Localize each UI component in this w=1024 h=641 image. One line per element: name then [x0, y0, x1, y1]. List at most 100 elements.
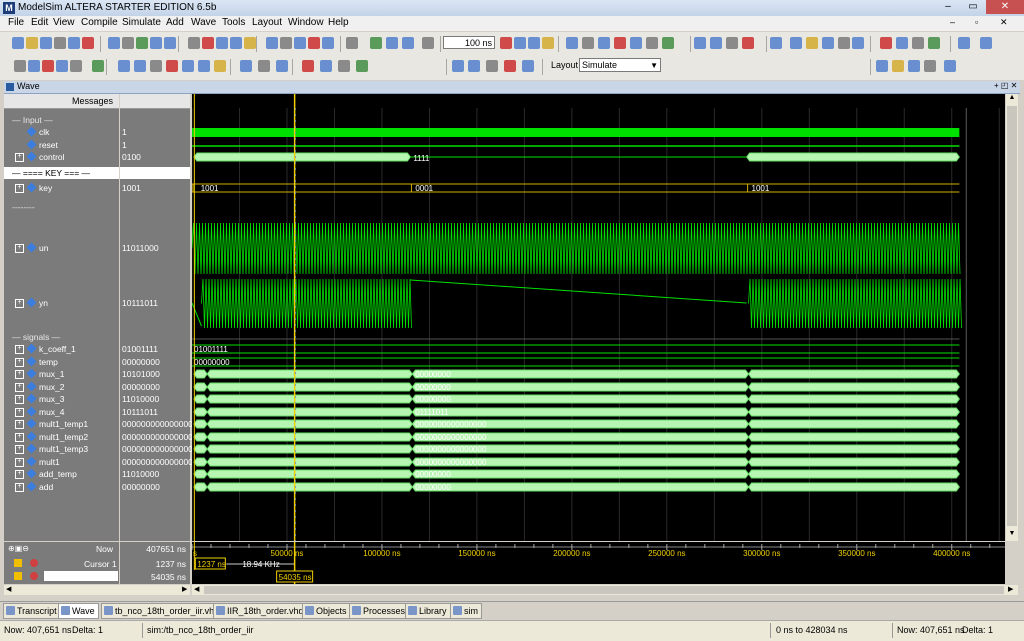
expand-icon[interactable]: + — [15, 345, 24, 354]
group-divider-sep[interactable]: -------- — [4, 201, 119, 213]
toolbar-button-icon[interactable] — [294, 37, 306, 49]
toolbar-button-icon[interactable] — [356, 60, 368, 72]
toolbar-button-icon[interactable] — [182, 60, 194, 72]
mdi-restore-icon[interactable]: ▫ — [975, 17, 978, 27]
toolbar-button-icon[interactable] — [150, 37, 162, 49]
group-divider-key[interactable]: — ==== KEY === — — [4, 167, 119, 179]
signal-row-k_coeff_1[interactable]: + k_coeff_1 — [4, 343, 119, 355]
toolbar-button-icon[interactable] — [40, 37, 52, 49]
signal-row-reset[interactable]: reset — [4, 139, 119, 151]
toolbar-button-icon[interactable] — [980, 37, 992, 49]
expand-icon[interactable]: + — [15, 370, 24, 379]
cursor1-label[interactable]: Cursor 1 — [84, 559, 117, 569]
scroll-thumb[interactable] — [204, 586, 1004, 594]
delete-cursor-icon[interactable] — [30, 559, 38, 567]
signal-row-mult1[interactable]: + mult1 — [4, 456, 119, 468]
toolbar-button-icon[interactable] — [522, 60, 534, 72]
toolbar-button-icon[interactable] — [202, 37, 214, 49]
toolbar-button-icon[interactable] — [514, 37, 526, 49]
toolbar-button-icon[interactable] — [468, 60, 480, 72]
menu-compile[interactable]: Compile — [77, 17, 122, 28]
toolbar-button-icon[interactable] — [822, 37, 834, 49]
signal-row-control[interactable]: + control — [4, 151, 119, 163]
tab-processes[interactable]: Processes — [349, 603, 410, 619]
toolbar-button-icon[interactable] — [386, 37, 398, 49]
toolbar-button-icon[interactable] — [402, 37, 414, 49]
vertical-scrollbar[interactable]: ▲ ▼ — [1006, 94, 1018, 541]
menu-file[interactable]: File — [4, 17, 28, 28]
tab-objects[interactable]: Objects — [302, 603, 351, 619]
mdi-close-icon[interactable]: ✕ — [1000, 17, 1008, 28]
scroll-left-icon[interactable]: ◀ — [194, 585, 199, 593]
toolbar-button-icon[interactable] — [216, 37, 228, 49]
expand-icon[interactable]: + — [15, 358, 24, 367]
toolbar-button-icon[interactable] — [928, 37, 940, 49]
toolbar-button-icon[interactable] — [28, 60, 40, 72]
expand-icon[interactable]: + — [15, 153, 24, 162]
chevron-down-icon[interactable]: ▼ — [650, 59, 658, 72]
scroll-right-icon[interactable]: ▶ — [182, 585, 187, 593]
toolbar-button-icon[interactable] — [54, 37, 66, 49]
toolbar-button-icon[interactable] — [26, 37, 38, 49]
menu-help[interactable]: Help — [324, 17, 353, 28]
toolbar-button-icon[interactable] — [214, 60, 226, 72]
expand-icon[interactable]: + — [15, 383, 24, 392]
toolbar-button-icon[interactable] — [14, 60, 26, 72]
toolbar-button-icon[interactable] — [82, 37, 94, 49]
toolbar-button-icon[interactable] — [958, 37, 970, 49]
signal-row-mult1_temp1[interactable]: + mult1_temp1 — [4, 418, 119, 430]
tab-iir-vhd[interactable]: IIR_18th_order.vhd — [213, 603, 308, 619]
waveform-canvas[interactable]: 11111001 0001 1001010011110000000000000000… — [192, 94, 1005, 541]
lock-icon[interactable] — [14, 572, 22, 580]
group-divider-input[interactable]: — Input — — [4, 114, 119, 126]
expand-icon[interactable]: + — [15, 408, 24, 417]
signal-row-add[interactable]: + add — [4, 481, 119, 493]
menu-layout[interactable]: Layout — [248, 17, 286, 28]
cursor-timeline-pane[interactable]: s 50000 ns 100000 ns 150000 ns 200000 ns 2500… — [192, 542, 1005, 584]
toolbar-button-icon[interactable] — [70, 60, 82, 72]
expand-icon[interactable]: + — [15, 184, 24, 193]
toolbar-button-icon[interactable] — [258, 60, 270, 72]
scroll-up-icon[interactable]: ▲ — [1007, 94, 1017, 104]
scroll-right-icon[interactable]: ▶ — [1008, 585, 1013, 593]
toolbar-button-icon[interactable] — [134, 60, 146, 72]
toolbar-button-icon[interactable] — [302, 60, 314, 72]
expand-icon[interactable]: + — [15, 244, 24, 253]
scroll-thumb[interactable] — [1007, 106, 1017, 526]
menu-wave[interactable]: Wave — [187, 17, 220, 28]
expand-icon[interactable]: + — [15, 420, 24, 429]
waveform-pane[interactable]: 1111 1001 0001 1001 01001111 00000000 00000000… — [192, 94, 1005, 541]
tab-sim[interactable]: sim — [450, 603, 482, 619]
signal-row-mux_4[interactable]: + mux_4 — [4, 406, 119, 418]
tab-wave[interactable]: Wave — [58, 603, 99, 619]
toolbar-button-icon[interactable] — [924, 60, 936, 72]
toolbar-button-icon[interactable] — [276, 60, 288, 72]
toolbar-button-icon[interactable] — [646, 37, 658, 49]
toolbar-button-icon[interactable] — [320, 60, 332, 72]
expand-icon[interactable]: + — [15, 433, 24, 442]
toolbar-button-icon[interactable] — [838, 37, 850, 49]
toolbar-button-icon[interactable] — [188, 37, 200, 49]
toolbar-button-icon[interactable] — [896, 37, 908, 49]
toolbar-button-icon[interactable] — [118, 60, 130, 72]
tab-library[interactable]: Library — [405, 603, 451, 619]
close-button[interactable]: ✕ — [986, 0, 1024, 14]
scroll-left-icon[interactable]: ◀ — [6, 585, 11, 593]
tab-transcript[interactable]: Transcript — [3, 603, 61, 619]
toolbar-button-icon[interactable] — [230, 37, 242, 49]
expand-icon[interactable]: + — [15, 445, 24, 454]
signal-row-key[interactable]: + key — [4, 182, 119, 194]
toolbar-button-icon[interactable] — [452, 60, 464, 72]
toolbar-button-icon[interactable] — [42, 60, 54, 72]
signal-row-add_temp[interactable]: + add_temp — [4, 468, 119, 480]
toolbar-button-icon[interactable] — [806, 37, 818, 49]
signal-row-mult1_temp3[interactable]: + mult1_temp3 — [4, 443, 119, 455]
delete-cursor-icon[interactable] — [30, 572, 38, 580]
toolbar-button-icon[interactable] — [136, 37, 148, 49]
toolbar-button-icon[interactable] — [92, 60, 104, 72]
toolbar-button-icon[interactable] — [504, 60, 516, 72]
cursor2-label[interactable]: Cursor 2 — [44, 571, 118, 581]
wave-horizontal-scrollbar[interactable]: ◀ ▶ — [192, 585, 1018, 595]
maximize-button[interactable]: ▭ — [961, 0, 985, 14]
toolbar-button-icon[interactable] — [876, 60, 888, 72]
